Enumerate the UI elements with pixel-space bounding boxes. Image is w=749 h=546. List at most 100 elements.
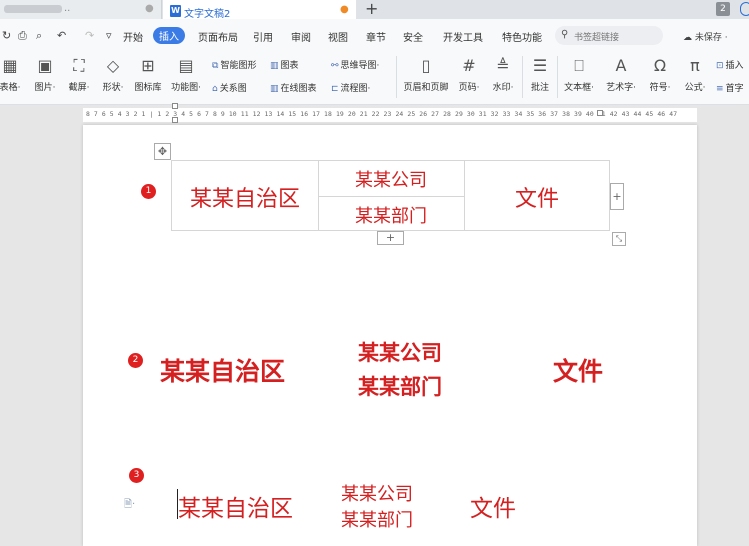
header-footer-icon: ▯: [421, 56, 431, 75]
symbol-button[interactable]: Ω 符号·: [644, 56, 676, 93]
textbox-button[interactable]: ⎕ 文本框·: [561, 56, 597, 93]
table-cell-document[interactable]: 文件: [464, 181, 610, 213]
add-row-button[interactable]: +: [377, 231, 404, 245]
textbox-icon: ⎕: [574, 56, 584, 75]
marker-1: 1: [141, 184, 156, 199]
icon-library-button[interactable]: ⊞ 图标库: [132, 56, 164, 93]
print-preview-icon[interactable]: ⌕: [36, 29, 42, 43]
document-text-serif[interactable]: 文件: [470, 489, 516, 523]
flowchart-button[interactable]: ⊏ 流程图·: [331, 81, 370, 94]
company-text-bold[interactable]: 某某公司: [358, 337, 442, 367]
department-text-serif[interactable]: 某某部门: [341, 506, 413, 532]
table-cell-region[interactable]: 某某自治区: [172, 181, 318, 213]
menu-references[interactable]: 引用: [253, 29, 273, 44]
command-search[interactable]: ⚲ 书签超链接: [555, 26, 663, 45]
shape-button[interactable]: ◇ 形状·: [98, 56, 128, 93]
comment-icon: ☰: [532, 56, 548, 75]
search-placeholder: 书签超链接: [574, 33, 620, 43]
region-text-serif[interactable]: 某某自治区: [178, 489, 293, 523]
company-text-serif[interactable]: 某某公司: [341, 480, 413, 506]
left-indent-marker[interactable]: [172, 117, 178, 123]
redo-disabled-icon[interactable]: ↷: [85, 29, 94, 42]
quick-access-dropdown-icon[interactable]: ▿: [106, 29, 112, 42]
table-move-handle-icon[interactable]: ✥: [154, 143, 171, 160]
paragraph-layout-icon[interactable]: 🗎·: [124, 497, 135, 514]
menu-chapter[interactable]: 章节: [366, 29, 386, 44]
menu-page-layout[interactable]: 页面布局: [198, 29, 238, 44]
tab-status-dot: ●: [145, 3, 154, 14]
chart-button[interactable]: ▥ 图表: [270, 58, 299, 71]
page-number-icon: #: [462, 56, 476, 75]
account-icon[interactable]: [740, 2, 749, 16]
writer-doc-icon: W: [170, 5, 181, 17]
title-bar: .. ● W 文字文稿2 ● + 2: [0, 0, 749, 20]
document-tab-blurred[interactable]: .. ●: [0, 0, 162, 19]
menu-developer[interactable]: 开发工具: [443, 29, 483, 44]
wordart-icon: A: [615, 56, 627, 75]
window-count-badge[interactable]: 2: [716, 2, 730, 16]
pi-icon: π: [690, 56, 700, 75]
cloud-icon: ☁: [683, 33, 695, 43]
header-footer-button[interactable]: ▯ 页眉和页脚: [401, 56, 451, 93]
blurred-tab-title: [4, 5, 62, 13]
mind-map-button[interactable]: ⚯ 思维导图·: [331, 58, 379, 71]
menu-insert[interactable]: 插入: [153, 27, 185, 44]
table-icon: ▦: [2, 56, 18, 75]
horizontal-ruler[interactable]: 8 7 6 5 4 3 2 1 | 1 2 3 4 5 6 7 8 9 10 1…: [0, 106, 749, 123]
menu-home[interactable]: 开始: [123, 29, 143, 44]
comment-button[interactable]: ☰ 批注: [526, 56, 554, 93]
picture-icon: ▣: [37, 56, 53, 75]
unsaved-dot-icon: ●: [340, 4, 349, 15]
wordart-button[interactable]: A 艺术字·: [602, 56, 640, 93]
menu-view[interactable]: 视图: [328, 29, 348, 44]
marker-2: 2: [128, 353, 143, 368]
tab-title: 文字文稿2: [184, 9, 231, 20]
picture-button[interactable]: ▣ 图片·: [30, 56, 60, 93]
menu-security[interactable]: 安全: [403, 29, 423, 44]
first-line-indent-marker[interactable]: [172, 103, 178, 109]
menu-bar: ↻ ⎙ ⌕ ↶ ↷ ▿ 开始 插入 页面布局 引用 审阅 视图 章节 安全 开发…: [0, 19, 749, 52]
dropcap-button[interactable]: ≡ 首字: [716, 81, 744, 94]
mind-map-icon: ⚯: [331, 61, 339, 71]
print-icon[interactable]: ⎙: [18, 29, 27, 43]
online-chart-icon: ▥: [270, 84, 279, 94]
online-chart-button[interactable]: ▥ 在线图表: [270, 81, 317, 94]
insert-number-icon: ⊡: [716, 61, 724, 71]
function-chart-icon: ▤: [178, 56, 194, 75]
page-number-button[interactable]: # 页码·: [455, 56, 483, 93]
undo-icon[interactable]: ↶: [57, 29, 66, 42]
shape-icon: ◇: [106, 56, 120, 75]
relation-chart-button[interactable]: ⌂ 关系图: [212, 81, 247, 94]
icon-library-icon: ⊞: [141, 56, 155, 75]
smart-shape-button[interactable]: ⧉ 智能图形: [212, 58, 256, 71]
screenshot-icon: ⛶: [73, 56, 85, 75]
header-table[interactable]: 某某自治区 某某公司 某某部门 文件: [171, 160, 610, 231]
menu-review[interactable]: 审阅: [291, 29, 311, 44]
document-text-bold[interactable]: 文件: [553, 352, 603, 388]
insert-number-button[interactable]: ⊡ 插入: [716, 58, 744, 71]
table-resize-icon[interactable]: ⤡: [612, 232, 626, 246]
table-button[interactable]: ▦ 表格·: [0, 56, 24, 93]
ribbon-separator: [557, 56, 558, 98]
screenshot-button[interactable]: ⛶ 截屏·: [64, 56, 94, 93]
table-cell-company[interactable]: 某某公司: [318, 166, 464, 192]
table-cell-department[interactable]: 某某部门: [318, 202, 464, 228]
chart-icon: ▥: [270, 61, 279, 71]
relation-icon: ⌂: [212, 84, 218, 94]
new-tab-button[interactable]: +: [365, 0, 378, 18]
formula-button[interactable]: π 公式·: [680, 56, 710, 93]
function-chart-button[interactable]: ▤ 功能图·: [168, 56, 204, 93]
department-text-bold[interactable]: 某某部门: [358, 371, 442, 401]
omega-icon: Ω: [653, 56, 667, 75]
smart-shape-icon: ⧉: [212, 61, 219, 71]
right-indent-marker[interactable]: [597, 110, 603, 116]
ribbon-separator: [396, 56, 397, 98]
region-text-bold[interactable]: 某某自治区: [160, 352, 285, 388]
add-column-button[interactable]: +: [610, 183, 624, 210]
redo-icon[interactable]: ↻: [2, 29, 11, 42]
watermark-button[interactable]: ≜ 水印·: [488, 56, 518, 93]
table-grid-line: [318, 196, 464, 197]
menu-features[interactable]: 特色功能: [502, 29, 542, 44]
unsaved-status[interactable]: ☁ 未保存 ·: [683, 30, 728, 43]
document-tab-active[interactable]: W 文字文稿2 ●: [163, 0, 356, 20]
